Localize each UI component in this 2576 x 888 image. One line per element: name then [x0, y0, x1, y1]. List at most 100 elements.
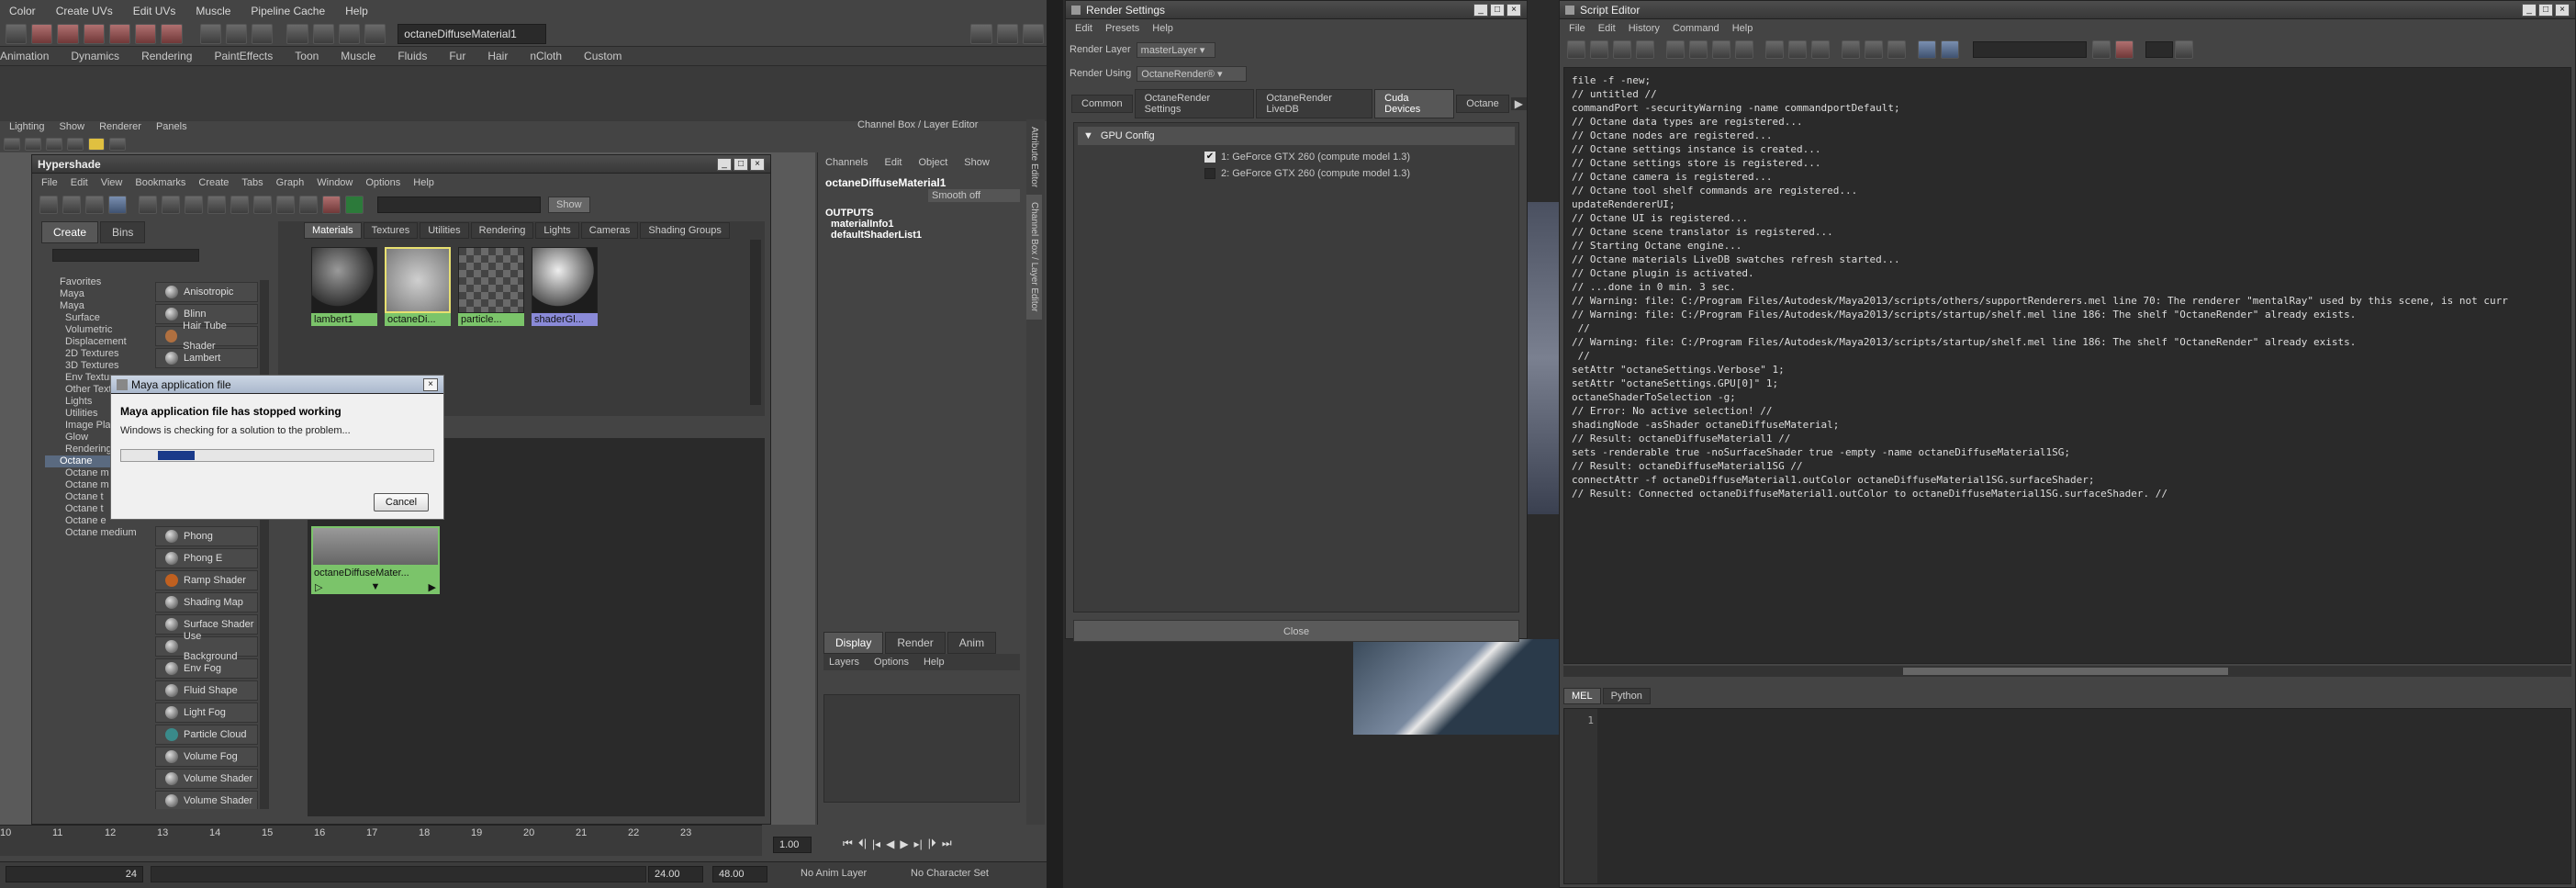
clear-all-icon[interactable] [1712, 40, 1730, 59]
close-icon[interactable]: × [1506, 3, 1521, 17]
shelf-tab-animation[interactable]: Animation [0, 50, 49, 62]
hs-menu-bookmarks[interactable]: Bookmarks [135, 177, 185, 188]
hs-menu-window[interactable]: Window [317, 177, 353, 188]
clear-input-icon[interactable] [1689, 40, 1708, 59]
output-port-icon[interactable]: ▶ [429, 581, 436, 593]
play-forward-icon[interactable]: ▶ [900, 837, 908, 850]
create-item[interactable]: Shading Map [155, 592, 258, 613]
tree-maya[interactable]: Maya [45, 300, 142, 312]
menu-muscle[interactable]: Muscle [196, 5, 230, 17]
hs-search-field[interactable] [377, 197, 541, 213]
hs-menu-graph[interactable]: Graph [276, 177, 305, 188]
line-numbers-icon[interactable] [1865, 40, 1883, 59]
minimize-icon[interactable]: _ [2522, 3, 2537, 17]
step-back-key-icon[interactable]: ⏴| [858, 837, 867, 850]
layout-icon-3[interactable] [108, 196, 127, 214]
create-item[interactable]: Particle Cloud [155, 725, 258, 745]
cb-menu-edit[interactable]: Edit [884, 157, 902, 168]
swatch-lambert1[interactable]: lambert1 [311, 247, 377, 326]
rs-menu-presets[interactable]: Presets [1105, 23, 1139, 34]
rs-tab-scroll-icon[interactable]: ▶ [1510, 97, 1527, 110]
lights-icon[interactable] [88, 138, 105, 151]
range-bar[interactable] [151, 866, 646, 882]
side-tab-channel-box[interactable]: Channel Box / Layer Editor [1026, 195, 1042, 320]
se-goto-field[interactable] [2145, 41, 2173, 58]
create-item[interactable]: Light Fog [155, 703, 258, 723]
tree-3d-textures[interactable]: 3D Textures [45, 360, 142, 372]
tree-volumetric[interactable]: Volumetric [45, 324, 142, 336]
create-item[interactable]: Phong E [155, 548, 258, 568]
light-icon[interactable] [364, 24, 386, 44]
character-set-select[interactable]: No Character Set [911, 868, 989, 879]
clear-graph-icon[interactable] [276, 196, 295, 214]
rs-render-layer-select[interactable]: masterLayer ▾ [1136, 41, 1215, 58]
snap-plane-icon[interactable] [135, 24, 157, 44]
tree-octane-medium[interactable]: Octane medium [45, 527, 142, 539]
shelf-tab-dynamics[interactable]: Dynamics [71, 50, 119, 62]
tab-rendering[interactable]: Rendering [470, 222, 534, 239]
shelf-tab-fur[interactable]: Fur [449, 50, 465, 62]
source-script-icon[interactable] [1590, 40, 1608, 59]
se-menu-edit[interactable]: Edit [1598, 23, 1616, 34]
cb-menu-channels[interactable]: Channels [825, 157, 868, 168]
snap-grid-icon[interactable] [57, 24, 79, 44]
rs-tab-cuda-devices[interactable]: Cuda Devices [1374, 89, 1455, 118]
hs-menu-edit[interactable]: Edit [71, 177, 88, 188]
menu-edit-uvs[interactable]: Edit UVs [133, 5, 176, 17]
play-back-icon[interactable]: ◀ [886, 837, 894, 850]
shelf-tab-toon[interactable]: Toon [295, 50, 319, 62]
hs-menu-view[interactable]: View [101, 177, 123, 188]
se-history-pane[interactable]: file -f -new; // untitled // commandPort -… [1563, 67, 2571, 664]
gpu-1-checkbox[interactable]: ✔ [1204, 152, 1215, 163]
history-icon[interactable] [199, 24, 221, 44]
graph-icon[interactable] [162, 196, 180, 214]
tree-surface[interactable]: Surface [45, 312, 142, 324]
tab-utilities[interactable]: Utilities [420, 222, 469, 239]
rs-render-using-select[interactable]: OctaneRender® ▾ [1137, 65, 1248, 82]
gpu-config-header[interactable]: ▼ GPU Config [1078, 127, 1515, 145]
echo-commands-icon[interactable] [1842, 40, 1860, 59]
hs-menu-file[interactable]: File [41, 177, 58, 188]
layout-outliner-icon[interactable] [1022, 24, 1044, 44]
create-item[interactable]: Use Background [155, 631, 258, 662]
tab-cameras[interactable]: Cameras [580, 222, 639, 239]
search-clear-icon[interactable] [2115, 40, 2134, 59]
render-swatch-icon[interactable] [299, 196, 318, 214]
create-item[interactable]: Phong [155, 526, 258, 546]
se-tab-python[interactable]: Python [1602, 688, 1651, 704]
hs-menu-create[interactable]: Create [198, 177, 229, 188]
tab-shading-groups[interactable]: Shading Groups [640, 222, 730, 239]
goto-line-icon[interactable] [2175, 40, 2193, 59]
swatch-octanediffuse[interactable]: octaneDi... [385, 247, 451, 326]
isolate-icon[interactable] [109, 138, 126, 151]
layer-tab-display[interactable]: Display [823, 632, 884, 654]
hs-menu-options[interactable]: Options [365, 177, 400, 188]
tree-favorites[interactable]: Favorites [45, 276, 142, 288]
se-menu-help[interactable]: Help [1732, 23, 1753, 34]
camera-icon[interactable] [338, 24, 361, 44]
se-menu-file[interactable]: File [1569, 23, 1585, 34]
hs-menu-help[interactable]: Help [413, 177, 434, 188]
maximize-icon[interactable]: □ [1490, 3, 1505, 17]
create-item[interactable]: Volume Shader [155, 769, 258, 789]
create-scrollbar[interactable] [260, 280, 269, 809]
shelf-tab-muscle[interactable]: Muscle [341, 50, 375, 62]
se-menu-command[interactable]: Command [1673, 23, 1719, 34]
history-only-icon[interactable] [1765, 40, 1784, 59]
step-forward-key-icon[interactable]: |⏵ [928, 837, 936, 850]
go-start-icon[interactable]: ⏮ [843, 837, 853, 850]
shelf-tab-fluids[interactable]: Fluids [398, 50, 427, 62]
clear-history-icon[interactable] [1666, 40, 1685, 59]
output-connections-icon[interactable] [230, 196, 249, 214]
swatch-shaderglow[interactable]: shaderGl... [532, 247, 598, 326]
cb-smooth[interactable]: Smooth off [928, 189, 1020, 202]
shelf-tab-painteffects[interactable]: PaintEffects [214, 50, 273, 62]
show-button[interactable]: Show [548, 197, 590, 213]
layer-tab-anim[interactable]: Anim [946, 632, 997, 654]
gpu-2-checkbox[interactable] [1204, 168, 1215, 179]
shelf-tab-hair[interactable]: Hair [487, 50, 508, 62]
save-script-icon[interactable] [1613, 40, 1631, 59]
create-item[interactable]: Anisotropic [155, 282, 258, 302]
layer-menu-layers[interactable]: Layers [829, 657, 859, 668]
se-hscroll-thumb[interactable] [1903, 668, 2228, 675]
